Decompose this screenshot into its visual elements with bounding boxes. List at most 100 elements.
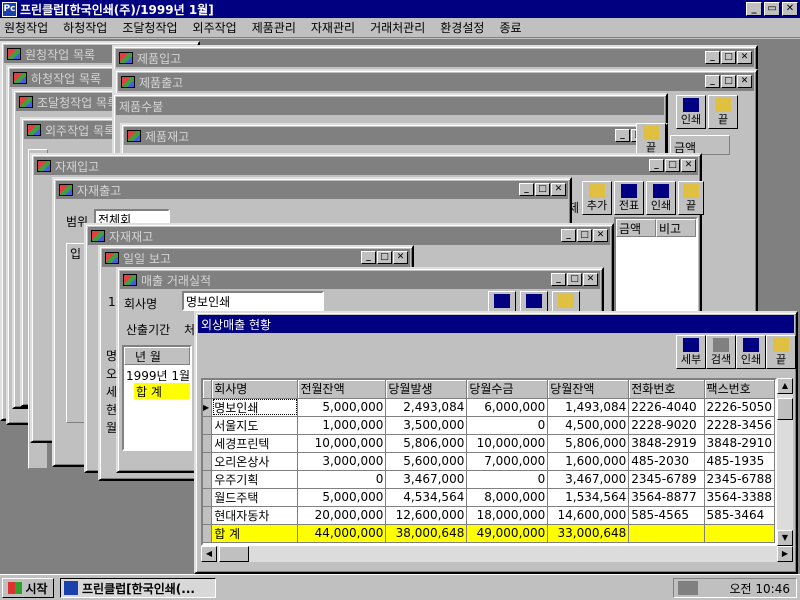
menu-material-management[interactable]: 자재관리 bbox=[311, 19, 355, 36]
cell-prev-balance[interactable]: 20,000,000 bbox=[297, 506, 387, 525]
minimize-button[interactable]: _ bbox=[561, 229, 576, 242]
cell-prev-balance[interactable]: 3,000,000 bbox=[297, 452, 387, 471]
col-month-issued[interactable]: 당월발생 bbox=[385, 380, 468, 399]
maximize-button[interactable]: □ bbox=[567, 273, 582, 286]
minimize-button[interactable]: _ bbox=[615, 129, 630, 142]
cell-prev-balance[interactable]: 1,000,000 bbox=[297, 416, 387, 435]
cell-month-issued[interactable]: 5,806,000 bbox=[385, 434, 468, 453]
cell-prev-balance[interactable]: 10,000,000 bbox=[297, 434, 387, 453]
cell-fax[interactable]: 585-3464 bbox=[704, 506, 775, 525]
close-button[interactable]: ✕ bbox=[593, 229, 608, 242]
slip-button[interactable]: 전표 bbox=[614, 181, 644, 215]
cell-month-balance[interactable]: 1,493,084 bbox=[547, 398, 630, 417]
minimize-button[interactable]: _ bbox=[746, 2, 762, 16]
restore-button[interactable]: ▭ bbox=[764, 2, 780, 16]
cell-company[interactable]: 세경프린텍 bbox=[211, 434, 299, 453]
material-print-button[interactable]: 인쇄 bbox=[646, 181, 676, 215]
cell-month-balance[interactable]: 14,600,000 bbox=[547, 506, 630, 525]
hscroll-thumb[interactable] bbox=[219, 546, 249, 562]
taskbar-app-button[interactable]: 프린클럽[한국인쇄(... bbox=[60, 578, 216, 598]
close-button[interactable]: ✕ bbox=[782, 2, 798, 16]
scroll-down-icon[interactable]: ▼ bbox=[777, 530, 793, 546]
table-row[interactable]: 월드주택 5,000,000 4,534,564 8,000,000 1,534… bbox=[203, 488, 775, 507]
table-row[interactable]: 오리온상사 3,000,000 5,600,000 7,000,000 1,60… bbox=[203, 452, 775, 471]
col-fax[interactable]: 팩스번호 bbox=[704, 380, 775, 399]
table-row[interactable]: 현대자동차 20,000,000 12,600,000 18,000,000 1… bbox=[203, 506, 775, 525]
total-phone[interactable] bbox=[628, 524, 705, 543]
maximize-button[interactable]: □ bbox=[377, 251, 392, 264]
clock[interactable]: 오전 10:46 bbox=[730, 580, 790, 597]
menu-outsource-work[interactable]: 외주작업 bbox=[193, 19, 237, 36]
table-total-row[interactable]: 합 계 44,000,000 38,000,648 49,000,000 33,… bbox=[203, 524, 775, 543]
cell-company[interactable]: 서울지도 bbox=[211, 416, 299, 435]
window-titlebar[interactable]: 자재출고 _ □ ✕ bbox=[56, 181, 568, 199]
cell-month-collected[interactable]: 8,000,000 bbox=[466, 488, 549, 507]
window-titlebar[interactable]: 제품수불 bbox=[116, 97, 664, 115]
window-titlebar[interactable]: 외상매출 현황 bbox=[198, 315, 794, 333]
start-button[interactable]: 시작 bbox=[2, 578, 54, 598]
cell-prev-balance[interactable]: 0 bbox=[297, 470, 387, 489]
maximize-button[interactable]: □ bbox=[721, 51, 736, 64]
menu-primary-work[interactable]: 원청작업 bbox=[4, 19, 48, 36]
menu-procurement-work[interactable]: 조달청작업 bbox=[122, 19, 177, 36]
cell-phone[interactable]: 585-4565 bbox=[628, 506, 705, 525]
cell-month-collected[interactable]: 0 bbox=[466, 470, 549, 489]
total-prev-balance[interactable]: 44,000,000 bbox=[297, 524, 387, 543]
cell-fax[interactable]: 2226-5050 bbox=[704, 398, 775, 417]
cell-company[interactable]: 월드주택 bbox=[211, 488, 299, 507]
cell-company[interactable]: 명보인쇄 bbox=[211, 398, 299, 417]
close-button[interactable]: ✕ bbox=[551, 183, 566, 196]
material-end-button[interactable]: 끝 bbox=[678, 181, 704, 215]
cell-month-collected[interactable]: 6,000,000 bbox=[466, 398, 549, 417]
total-fax[interactable] bbox=[704, 524, 775, 543]
close-button[interactable]: ✕ bbox=[681, 159, 696, 172]
network-icon[interactable] bbox=[678, 581, 698, 595]
search-button[interactable]: 검색 bbox=[706, 335, 736, 369]
scroll-right-icon[interactable]: ▶ bbox=[777, 546, 793, 562]
add-button[interactable]: 추가 bbox=[582, 181, 612, 215]
cell-phone[interactable]: 3564-8877 bbox=[628, 488, 705, 507]
minimize-button[interactable]: _ bbox=[705, 51, 720, 64]
window-titlebar[interactable]: 자재재고 _ □ ✕ bbox=[88, 227, 610, 245]
cell-month-collected[interactable]: 0 bbox=[466, 416, 549, 435]
minimize-button[interactable]: _ bbox=[551, 273, 566, 286]
company-input[interactable]: 명보인쇄 bbox=[182, 291, 324, 311]
col-month-collected[interactable]: 당월수금 bbox=[466, 380, 549, 399]
minimize-button[interactable]: _ bbox=[361, 251, 376, 264]
menu-settings[interactable]: 환경설정 bbox=[440, 19, 484, 36]
total-month-collected[interactable]: 49,000,000 bbox=[466, 524, 549, 543]
window-titlebar[interactable]: 일일 보고 _ □ ✕ bbox=[102, 249, 410, 267]
cell-month-balance[interactable]: 4,500,000 bbox=[547, 416, 630, 435]
cell-phone[interactable]: 485-2030 bbox=[628, 452, 705, 471]
col-company[interactable]: 회사명 bbox=[211, 380, 299, 399]
app-titlebar[interactable]: Pc 프린클럽[한국인쇄(주)/1999년 1월] _ ▭ ✕ bbox=[0, 0, 800, 18]
window-titlebar[interactable]: 자재입고 _ □ ✕ bbox=[34, 157, 698, 175]
window-titlebar[interactable]: 제품출고 _ □ ✕ bbox=[118, 73, 754, 91]
maximize-button[interactable]: □ bbox=[665, 159, 680, 172]
close-button[interactable]: ✕ bbox=[737, 51, 752, 64]
cell-phone[interactable]: 2345-6789 bbox=[628, 470, 705, 489]
window-titlebar[interactable]: 제품재고 _□✕ bbox=[124, 127, 664, 145]
minimize-button[interactable]: _ bbox=[519, 183, 534, 196]
cell-month-collected[interactable]: 18,000,000 bbox=[466, 506, 549, 525]
cell-fax[interactable]: 3564-3388 bbox=[704, 488, 775, 507]
cell-month-issued[interactable]: 3,467,000 bbox=[385, 470, 468, 489]
cell-month-balance[interactable]: 5,806,000 bbox=[547, 434, 630, 453]
total-label[interactable]: 합 계 bbox=[211, 524, 299, 543]
cell-month-balance[interactable]: 1,534,564 bbox=[547, 488, 630, 507]
col-prev-balance[interactable]: 전월잔액 bbox=[297, 380, 387, 399]
minimize-button[interactable]: _ bbox=[649, 159, 664, 172]
cell-phone[interactable]: 3848-2919 bbox=[628, 434, 705, 453]
cell-month-issued[interactable]: 5,600,000 bbox=[385, 452, 468, 471]
cell-month-issued[interactable]: 3,500,000 bbox=[385, 416, 468, 435]
cell-fax[interactable]: 3848-2910 bbox=[704, 434, 775, 453]
cell-prev-balance[interactable]: 5,000,000 bbox=[297, 488, 387, 507]
table-row[interactable]: 우주기획 0 3,467,000 0 3,467,000 2345-6789 2… bbox=[203, 470, 775, 489]
cell-phone[interactable]: 2228-9020 bbox=[628, 416, 705, 435]
menu-client-management[interactable]: 거래처관리 bbox=[370, 19, 425, 36]
cell-company[interactable]: 현대자동차 bbox=[211, 506, 299, 525]
menu-subcontract-work[interactable]: 하청작업 bbox=[63, 19, 107, 36]
window-titlebar[interactable]: 제품입고 _ □ ✕ bbox=[116, 49, 754, 67]
cell-prev-balance[interactable]: 5,000,000 bbox=[297, 398, 387, 417]
col-month-balance[interactable]: 당월잔액 bbox=[547, 380, 630, 399]
